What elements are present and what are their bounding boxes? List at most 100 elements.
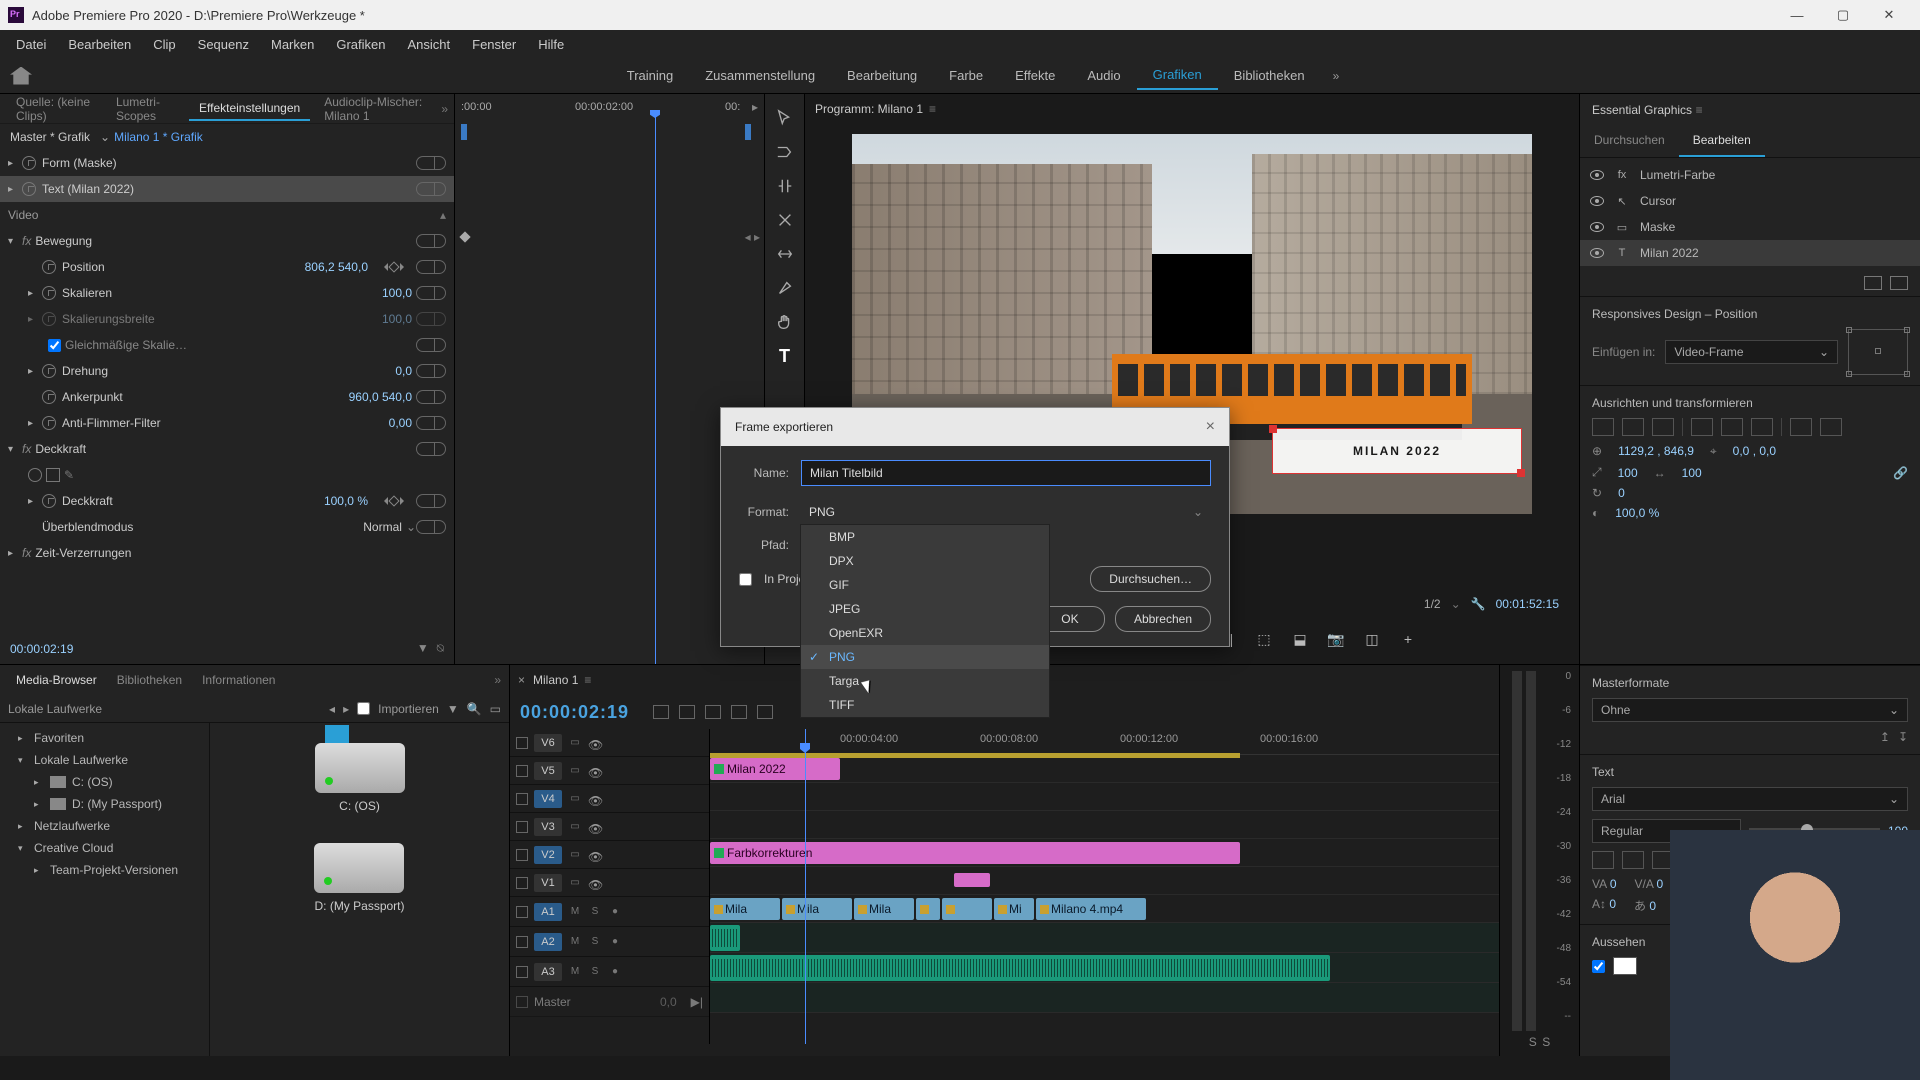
track-v3[interactable]: V3	[534, 818, 562, 836]
close-sequence-icon[interactable]: ×	[518, 673, 525, 687]
align-center-v-icon[interactable]	[1721, 418, 1743, 436]
reset-icon[interactable]	[416, 234, 434, 248]
menu-bearbeiten[interactable]: Bearbeiten	[58, 33, 141, 56]
snap-icon[interactable]	[653, 705, 669, 719]
dialog-name-input[interactable]	[801, 460, 1211, 486]
tracking-value[interactable]: 0	[1657, 877, 1664, 891]
stopwatch-icon[interactable]	[42, 286, 56, 300]
ws-bearbeitung[interactable]: Bearbeitung	[831, 62, 933, 89]
master-value[interactable]: 0,0	[660, 995, 677, 1009]
track-select-tool-icon[interactable]	[775, 142, 795, 162]
home-icon[interactable]	[10, 67, 32, 85]
eg-master-select[interactable]: Ohne⌄	[1592, 698, 1908, 722]
export-frame-icon[interactable]: 📷	[1326, 629, 1346, 649]
visibility-eye-icon[interactable]	[1590, 196, 1604, 206]
menu-grafiken[interactable]: Grafiken	[326, 33, 395, 56]
fx-blend-value[interactable]: Normal	[363, 520, 402, 534]
menu-ansicht[interactable]: Ansicht	[397, 33, 460, 56]
lock-icon[interactable]	[516, 793, 528, 805]
program-tab[interactable]: Programm: Milano 1	[815, 102, 923, 116]
reset-icon[interactable]	[416, 390, 434, 404]
ws-farbe[interactable]: Farbe	[933, 62, 999, 89]
distribute-v-icon[interactable]	[1820, 418, 1842, 436]
fx-deckkraft[interactable]: Deckkraft	[35, 442, 416, 456]
maximize-button[interactable]: ▢	[1820, 0, 1866, 30]
filter-icon[interactable]: ▼	[447, 702, 459, 716]
visibility-eye-icon[interactable]	[1590, 170, 1604, 180]
fx-form[interactable]: Form (Maske)	[42, 156, 416, 170]
track-a1[interactable]: A1	[534, 903, 562, 921]
clip-mila-3[interactable]: Mila	[854, 898, 914, 920]
align-left-icon[interactable]	[1592, 418, 1614, 436]
align-top-icon[interactable]	[1691, 418, 1713, 436]
uniform-scale-checkbox[interactable]	[48, 339, 61, 352]
align-right-icon[interactable]	[1652, 418, 1674, 436]
reset-icon[interactable]	[416, 494, 434, 508]
close-button[interactable]: ✕	[1866, 0, 1912, 30]
distribute-h-icon[interactable]	[1790, 418, 1812, 436]
fill-color-swatch[interactable]	[1613, 957, 1637, 975]
text-align-center-icon[interactable]	[1622, 851, 1644, 869]
track-a2[interactable]: A2	[534, 933, 562, 951]
menu-marken[interactable]: Marken	[261, 33, 324, 56]
nav-forward-icon[interactable]: ▸	[343, 702, 349, 716]
resolution-dropdown[interactable]: 1/2	[1424, 597, 1441, 611]
go-to-end-icon[interactable]: ▶|	[691, 995, 703, 1009]
fx-anker-value[interactable]: 960,0 540,0	[349, 390, 412, 404]
ws-overflow-icon[interactable]: »	[1321, 63, 1352, 89]
wrench-icon[interactable]	[757, 705, 773, 719]
tree-team-projekt[interactable]: ▸Team-Projekt-Versionen	[0, 859, 209, 881]
clip-milan2022[interactable]: Milan 2022	[710, 758, 840, 780]
track-a3[interactable]: A3	[534, 963, 562, 981]
lift-icon[interactable]: ⬚	[1254, 629, 1274, 649]
link-scale-icon[interactable]: 🔗	[1893, 466, 1908, 480]
clip-farbkorrekturen[interactable]: Farbkorrekturen	[710, 842, 1240, 864]
solo-right-icon[interactable]: S	[1542, 1035, 1550, 1049]
stopwatch-icon[interactable]	[42, 494, 56, 508]
track-v6[interactable]: V6	[534, 734, 562, 752]
keyframe-diamond-icon[interactable]	[388, 495, 399, 506]
text-align-left-icon[interactable]	[1592, 851, 1614, 869]
minimize-button[interactable]: —	[1774, 0, 1820, 30]
clip-milano4[interactable]: Milano 4.mp4	[1036, 898, 1146, 920]
solo-icon[interactable]: S	[588, 905, 602, 919]
tree-creative-cloud[interactable]: ▾Creative Cloud	[0, 837, 209, 859]
lock-icon[interactable]	[516, 849, 528, 861]
fill-toggle-checkbox[interactable]	[1592, 960, 1605, 973]
pin-edges-widget[interactable]	[1848, 329, 1908, 375]
linked-selection-icon[interactable]	[679, 705, 695, 719]
lock-icon[interactable]	[516, 821, 528, 833]
lock-icon[interactable]	[516, 966, 528, 978]
type-tool-icon[interactable]: T	[775, 346, 795, 366]
stopwatch-icon[interactable]	[42, 390, 56, 404]
lock-icon[interactable]	[516, 737, 528, 749]
menu-fenster[interactable]: Fenster	[462, 33, 526, 56]
eg-layer-lumetri[interactable]: fxLumetri-Farbe	[1580, 162, 1920, 188]
tree-drive-d[interactable]: ▸D: (My Passport)	[0, 793, 209, 815]
fx-flimmer-value[interactable]: 0,00	[389, 416, 412, 430]
format-option-jpeg[interactable]: JPEG	[801, 597, 1049, 621]
tree-drive-c[interactable]: ▸C: (OS)	[0, 771, 209, 793]
fx-master-label[interactable]: Master * Grafik	[10, 130, 90, 144]
format-option-targa[interactable]: Targa	[801, 669, 1049, 693]
tab-audioclip-mischer[interactable]: Audioclip-Mischer: Milano 1	[314, 91, 437, 127]
visibility-eye-icon[interactable]	[1590, 222, 1604, 232]
eg-tab-bearbeiten[interactable]: Bearbeiten	[1679, 125, 1765, 157]
import-to-project-checkbox[interactable]	[739, 573, 752, 586]
solo-left-icon[interactable]: S	[1529, 1035, 1537, 1049]
new-layer-icon[interactable]	[1864, 276, 1882, 290]
comparison-view-icon[interactable]: ◫	[1362, 629, 1382, 649]
dialog-format-select[interactable]: PNG⌄	[801, 500, 1211, 524]
tab-bibliotheken[interactable]: Bibliotheken	[109, 669, 190, 691]
clip-audio-transition[interactable]	[710, 925, 740, 951]
fx-sequence-link[interactable]: Milano 1 * Grafik	[114, 130, 203, 144]
tab-lumetri-scopes[interactable]: Lumetri-Scopes	[106, 91, 185, 127]
tree-netzlaufwerke[interactable]: ▸Netzlaufwerke	[0, 815, 209, 837]
format-option-bmp[interactable]: BMP	[801, 525, 1049, 549]
stopwatch-icon[interactable]	[42, 260, 56, 274]
menu-sequenz[interactable]: Sequenz	[188, 33, 259, 56]
eg-opacity-value[interactable]: 100,0 %	[1615, 506, 1659, 520]
settings-wrench-icon[interactable]: 🔧	[1471, 597, 1486, 611]
timeline-tracks-area[interactable]: 00:00:04:00 00:00:08:00 00:00:12:00 00:0…	[710, 729, 1499, 1044]
fx-bewegung[interactable]: Bewegung	[35, 234, 416, 248]
